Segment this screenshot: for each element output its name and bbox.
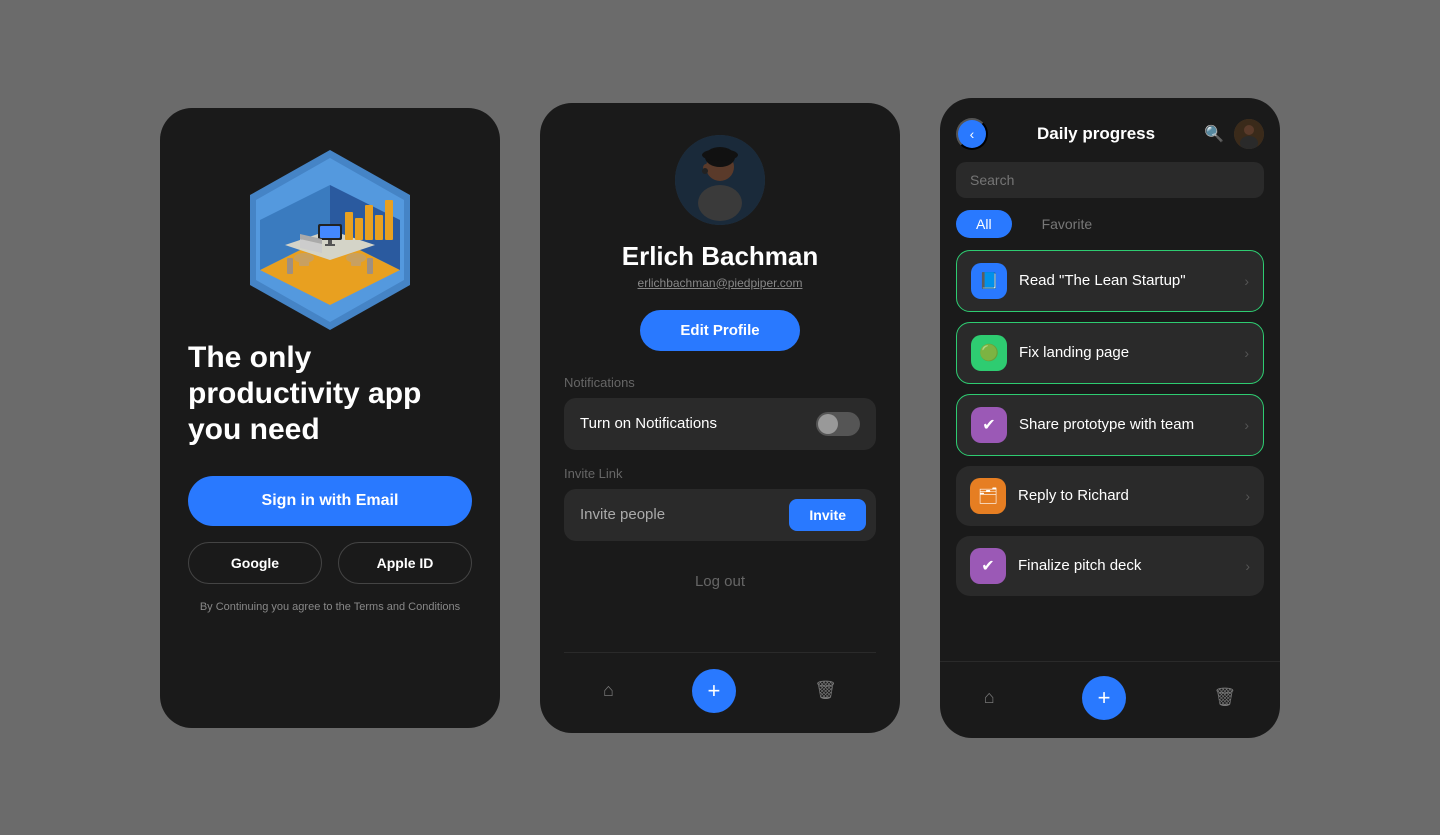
progress-header: ‹ Daily progress 🔍 [940, 98, 1280, 162]
task-label: Reply to Richard [1018, 487, 1233, 504]
trash-icon-progress[interactable]: 🗑 [1213, 687, 1236, 708]
task-label: Finalize pitch deck [1018, 557, 1233, 574]
home-icon[interactable]: ⌂ [603, 680, 614, 701]
notifications-toggle-label: Turn on Notifications [580, 415, 717, 432]
task-icon: 📘 [971, 263, 1007, 299]
progress-bottom-bar: ⌂ + 🗑 [940, 661, 1280, 738]
task-label: Read "The Lean Startup" [1019, 272, 1232, 289]
invite-placeholder: Invite people [580, 506, 665, 523]
social-buttons: Google Apple ID [188, 542, 472, 584]
task-item[interactable]: 📘 Read "The Lean Startup" › [956, 250, 1264, 312]
back-button[interactable]: ‹ [956, 118, 988, 150]
login-title: The only productivity app you need [188, 340, 472, 448]
sign-in-email-button[interactable]: Sign in with Email [188, 476, 472, 526]
edit-profile-button[interactable]: Edit Profile [640, 310, 799, 351]
add-fab-progress-button[interactable]: + [1082, 676, 1126, 720]
search-input-wrap [940, 162, 1280, 210]
task-item[interactable]: ✔ Share prototype with team › [956, 394, 1264, 456]
filter-favorite-tab[interactable]: Favorite [1022, 210, 1113, 238]
home-icon-progress[interactable]: ⌂ [984, 687, 995, 708]
user-avatar-small [1234, 119, 1264, 149]
task-chevron-icon: › [1244, 417, 1249, 433]
profile-name: Erlich Bachman [622, 241, 819, 272]
trash-icon[interactable]: 🗑 [814, 680, 837, 701]
apple-id-button[interactable]: Apple ID [338, 542, 472, 584]
profile-email: erlichbachman@piedpiper.com [638, 276, 803, 290]
filter-all-tab[interactable]: All [956, 210, 1012, 238]
task-item[interactable]: ✔ Finalize pitch deck › [956, 536, 1264, 596]
search-input[interactable] [956, 162, 1264, 198]
logout-button[interactable]: Log out [695, 573, 745, 590]
task-item[interactable]: 🗂 Reply to Richard › [956, 466, 1264, 526]
invite-button[interactable]: Invite [789, 499, 866, 531]
task-icon: 🗂 [970, 478, 1006, 514]
task-label: Share prototype with team [1019, 416, 1232, 433]
google-button[interactable]: Google [188, 542, 322, 584]
notifications-toggle[interactable] [816, 412, 860, 436]
notifications-section: Notifications Turn on Notifications [564, 375, 876, 450]
task-chevron-icon: › [1244, 273, 1249, 289]
invite-link-label: Invite Link [564, 466, 876, 481]
screen-progress: ‹ Daily progress 🔍 All Favorite 📘 Read "T… [940, 98, 1280, 738]
profile-avatar [675, 135, 765, 225]
terms-text: By Continuing you agree to the Terms and… [200, 600, 460, 615]
task-chevron-icon: › [1245, 558, 1250, 574]
invite-link-section: Invite Link Invite people Invite [564, 466, 876, 541]
task-chevron-icon: › [1244, 345, 1249, 361]
profile-bottom-bar: ⌂ + 🗑 [564, 652, 876, 733]
task-label: Fix landing page [1019, 344, 1232, 361]
add-fab-button[interactable]: + [692, 669, 736, 713]
invite-row: Invite people Invite [564, 489, 876, 541]
task-icon: ✔ [970, 548, 1006, 584]
filter-tabs: All Favorite [940, 210, 1280, 250]
notifications-label: Notifications [564, 375, 876, 390]
task-icon: 🟢 [971, 335, 1007, 371]
notifications-row: Turn on Notifications [564, 398, 876, 450]
header-right: 🔍 [1204, 119, 1264, 149]
tasks-list: 📘 Read "The Lean Startup" › 🟢 Fix landing pa… [940, 250, 1280, 649]
task-item[interactable]: 🟢 Fix landing page › [956, 322, 1264, 384]
progress-title: Daily progress [1037, 124, 1155, 144]
screen-login: The only productivity app you need Sign … [160, 108, 500, 728]
task-chevron-icon: › [1245, 488, 1250, 504]
screen-profile: Erlich Bachman erlichbachman@piedpiper.c… [540, 103, 900, 733]
task-icon: ✔ [971, 407, 1007, 443]
hero-illustration [220, 140, 440, 340]
search-icon[interactable]: 🔍 [1204, 124, 1224, 144]
